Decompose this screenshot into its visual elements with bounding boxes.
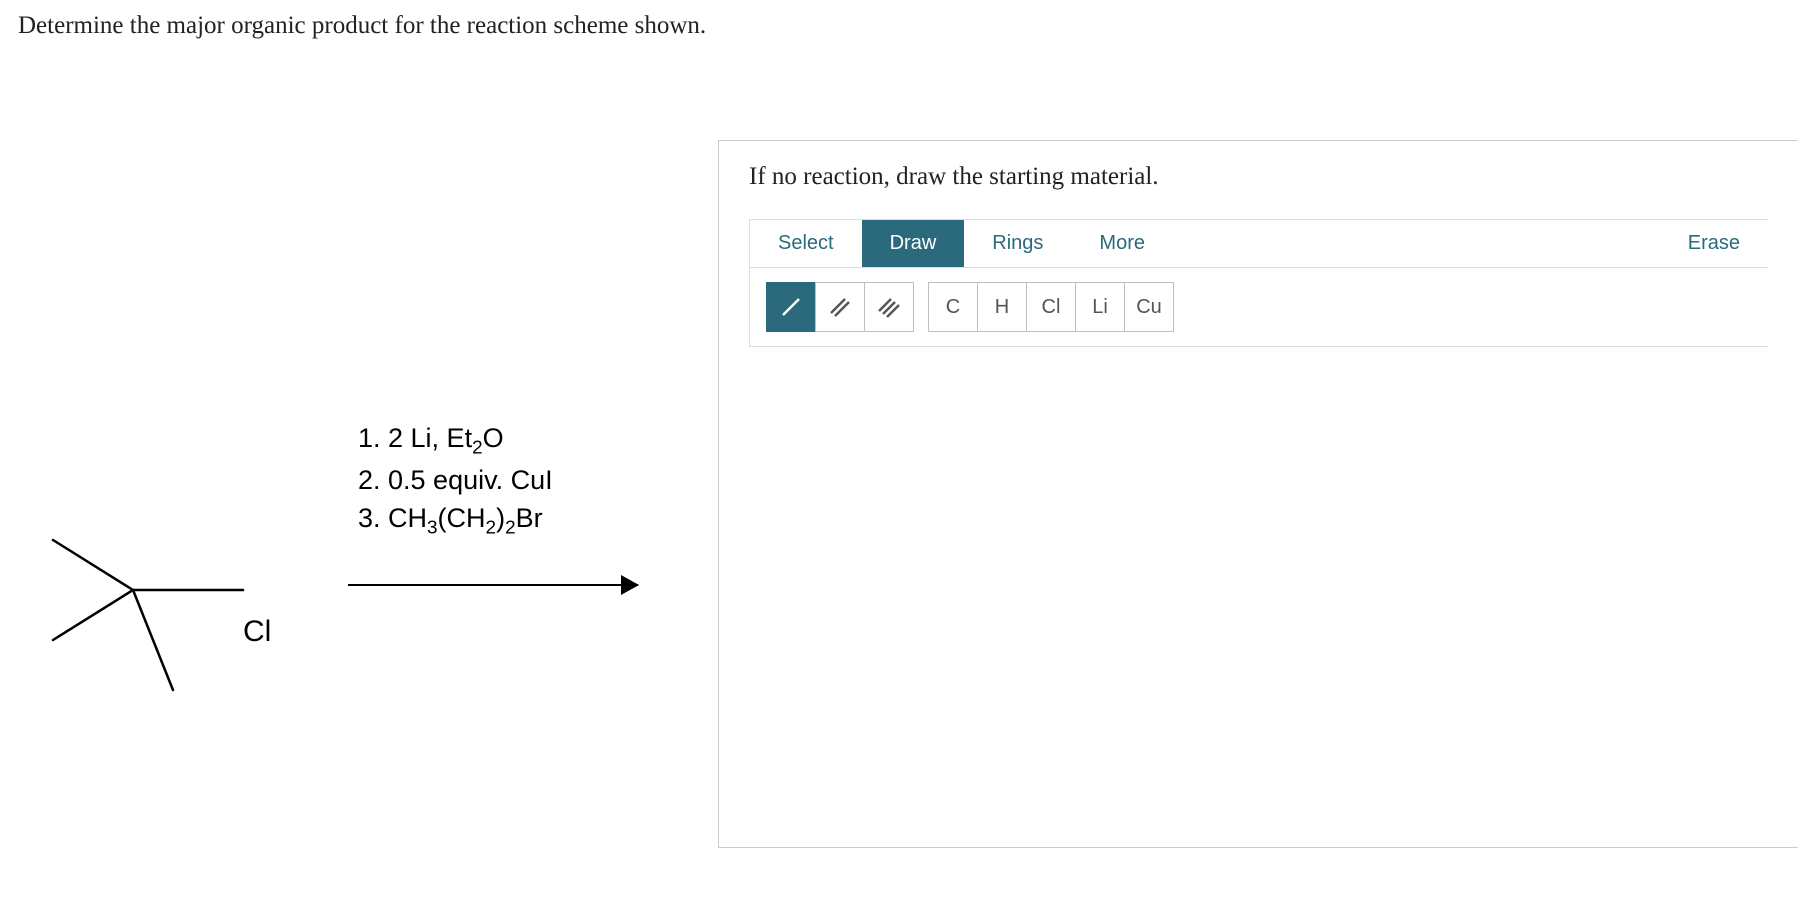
single-bond-icon <box>779 295 803 319</box>
element-c-button[interactable]: C <box>928 282 978 332</box>
tab-draw[interactable]: Draw <box>862 220 965 267</box>
reagent-step-2: 2. 0.5 equiv. CuI <box>358 462 553 500</box>
element-h-button[interactable]: H <box>977 282 1027 332</box>
content-row: Cl 1. 2 Li, Et2O 2. 0.5 equiv. CuI 3. CH… <box>18 140 1798 848</box>
triple-bond-button[interactable] <box>864 282 914 332</box>
tool-row: C H Cl Li Cu <box>749 268 1768 347</box>
triple-bond-icon <box>877 295 901 319</box>
starting-molecule: Cl <box>18 480 318 700</box>
element-cl-button[interactable]: Cl <box>1026 282 1076 332</box>
reaction-scheme: Cl 1. 2 Li, Et2O 2. 0.5 equiv. CuI 3. CH… <box>18 420 658 740</box>
reagent-list: 1. 2 Li, Et2O 2. 0.5 equiv. CuI 3. CH3(C… <box>358 420 553 542</box>
element-li-button[interactable]: Li <box>1075 282 1125 332</box>
bond-group <box>766 282 914 332</box>
drawing-panel: If no reaction, draw the starting materi… <box>718 140 1798 848</box>
toolbar-tabs: Select Draw Rings More Erase <box>749 219 1768 268</box>
single-bond-button[interactable] <box>766 282 816 332</box>
tab-erase[interactable]: Erase <box>1660 220 1768 267</box>
double-bond-icon <box>828 295 852 319</box>
reagent-step-3: 3. CH3(CH2)2Br <box>358 500 553 542</box>
reaction-arrow <box>348 575 638 595</box>
tab-rings[interactable]: Rings <box>964 220 1071 267</box>
double-bond-button[interactable] <box>815 282 865 332</box>
element-cu-button[interactable]: Cu <box>1124 282 1174 332</box>
chlorine-label: Cl <box>243 615 271 649</box>
tab-select[interactable]: Select <box>750 220 862 267</box>
molecule-svg <box>18 480 318 700</box>
element-group: C H Cl Li Cu <box>928 282 1174 332</box>
question-text: Determine the major organic product for … <box>18 12 1798 40</box>
reagent-step-1: 1. 2 Li, Et2O <box>358 420 553 462</box>
reaction-scheme-column: Cl 1. 2 Li, Et2O 2. 0.5 equiv. CuI 3. CH… <box>18 140 718 740</box>
tab-more[interactable]: More <box>1071 220 1173 267</box>
drawing-instruction: If no reaction, draw the starting materi… <box>749 163 1768 191</box>
